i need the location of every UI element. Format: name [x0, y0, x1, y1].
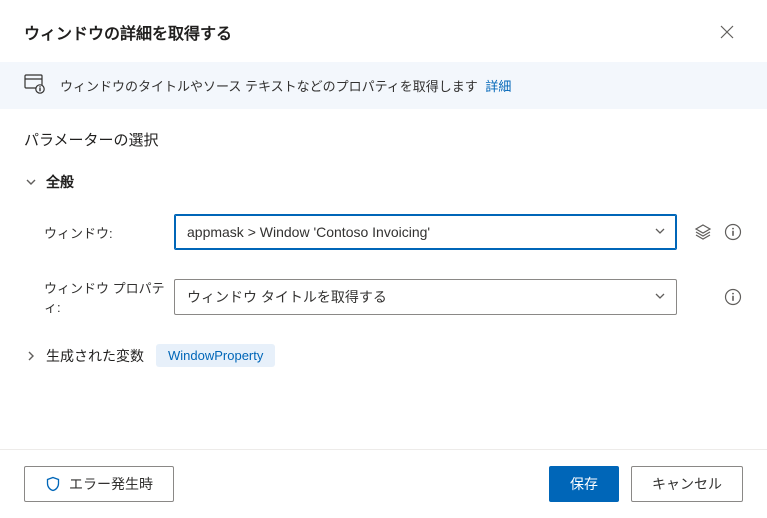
dialog-body: パラメーターの選択 全般 ウィンドウ: appmask > Window 'Co… [0, 109, 767, 449]
shield-icon [45, 476, 61, 492]
property-field-label: ウィンドウ プロパティ: [44, 278, 174, 316]
chevron-right-icon [24, 351, 38, 361]
property-field-row: ウィンドウ プロパティ: ウィンドウ タイトルを取得する [24, 278, 743, 316]
section-title: パラメーターの選択 [24, 129, 743, 150]
info-icon [724, 223, 742, 241]
general-section-header[interactable]: 全般 [24, 172, 743, 192]
banner-text-content: ウィンドウのタイトルやソース テキストなどのプロパティを取得します [60, 79, 478, 94]
chevron-down-icon [24, 177, 38, 187]
window-field-row: ウィンドウ: appmask > Window 'Contoso Invoici… [24, 214, 743, 250]
layers-icon-button[interactable] [693, 222, 713, 242]
save-button[interactable]: 保存 [549, 466, 619, 502]
window-select-value: appmask > Window 'Contoso Invoicing' [187, 224, 430, 240]
chevron-down-icon [654, 289, 666, 305]
property-select-value: ウィンドウ タイトルを取得する [187, 287, 387, 307]
chevron-down-icon [654, 224, 666, 240]
variable-tag[interactable]: WindowProperty [156, 344, 275, 367]
dialog-title: ウィンドウの詳細を取得する [24, 20, 232, 44]
on-error-button[interactable]: エラー発生時 [24, 466, 174, 502]
cancel-button[interactable]: キャンセル [631, 466, 743, 502]
info-icon-button[interactable] [723, 287, 743, 307]
property-field-actions [691, 287, 743, 307]
property-select[interactable]: ウィンドウ タイトルを取得する [174, 279, 677, 315]
info-icon [724, 288, 742, 306]
on-error-label: エラー発生時 [69, 474, 153, 494]
info-icon-button[interactable] [723, 222, 743, 242]
window-info-icon [24, 74, 46, 97]
info-banner: ウィンドウのタイトルやソース テキストなどのプロパティを取得します 詳細 [0, 62, 767, 109]
banner-text: ウィンドウのタイトルやソース テキストなどのプロパティを取得します 詳細 [60, 76, 511, 95]
dialog-footer: エラー発生時 保存 キャンセル [0, 449, 767, 518]
close-button[interactable] [711, 16, 743, 48]
generated-vars-label: 生成された変数 [46, 346, 144, 366]
details-link[interactable]: 詳細 [485, 79, 511, 94]
close-icon [720, 25, 734, 39]
window-field-label: ウィンドウ: [44, 223, 174, 242]
dialog-header: ウィンドウの詳細を取得する [0, 0, 767, 62]
layers-icon [694, 223, 712, 241]
window-select[interactable]: appmask > Window 'Contoso Invoicing' [174, 214, 677, 250]
footer-right-buttons: 保存 キャンセル [549, 466, 743, 502]
window-field-actions [691, 222, 743, 242]
general-label: 全般 [46, 172, 74, 192]
generated-vars-header[interactable]: 生成された変数 WindowProperty [24, 344, 743, 367]
